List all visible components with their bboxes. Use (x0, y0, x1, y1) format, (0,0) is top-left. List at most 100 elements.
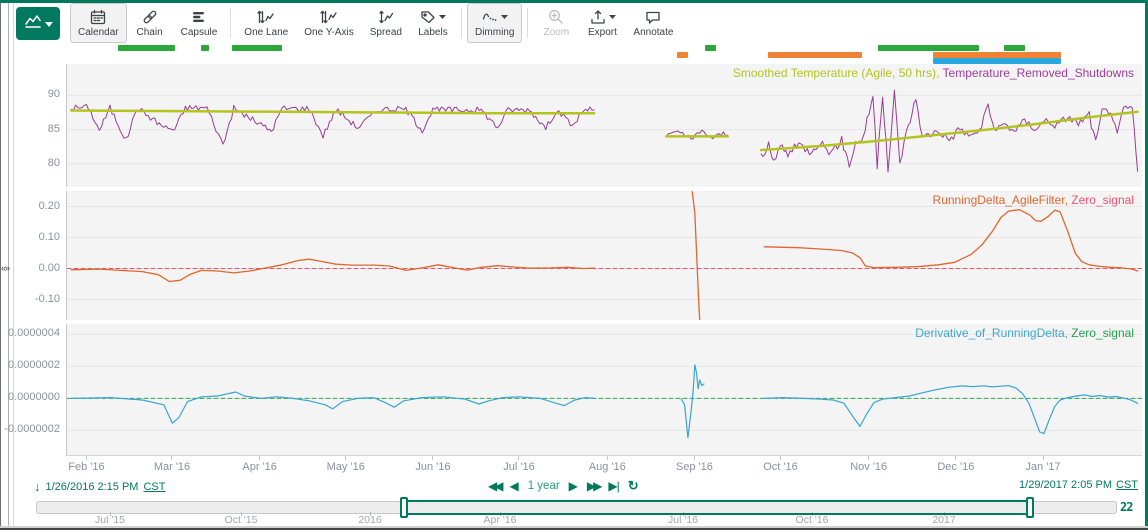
capsule-bar[interactable] (232, 45, 282, 51)
pan-back-button[interactable]: ◀ (509, 478, 518, 494)
toolbar-button-label: Annotate (633, 27, 673, 38)
y-tick-label: 90 (0, 88, 60, 100)
spread-icon (377, 8, 395, 26)
legend-item[interactable]: Zero_signal (1071, 193, 1134, 207)
goto-start-icon[interactable]: ↓ (34, 479, 41, 494)
toolbar-button-labels[interactable]: Labels (410, 3, 456, 43)
range-duration-label[interactable]: 1 year (528, 480, 560, 492)
x-tick-label: Apr '16 (230, 461, 290, 473)
start-datetime[interactable]: 1/26/2016 2:15 PM (46, 481, 139, 493)
toolbar-separator (461, 8, 462, 38)
timebar-handle-left[interactable] (400, 497, 408, 518)
step-back-button[interactable]: ◀◀ (488, 478, 500, 494)
y-tick-label: 0.10 (0, 231, 60, 243)
refresh-icon[interactable]: ↻ (628, 478, 639, 494)
capsule-bar[interactable] (1004, 45, 1025, 51)
x-tick-mark (86, 456, 87, 460)
series-Derivative-of-RunningDelta (681, 365, 704, 438)
y-tick-label: 0.0000004 (0, 327, 60, 339)
toolbar-button-capsule[interactable]: Capsule (173, 3, 226, 43)
lane-plot-3[interactable]: Derivative_of_RunningDelta, Zero_signal (66, 324, 1142, 456)
lane-legend[interactable]: Derivative_of_RunningDelta, Zero_signal (915, 326, 1134, 340)
lane-plot-2[interactable]: RunningDelta_AgileFilter, Zero_signal (66, 191, 1142, 320)
y-tick-label: -0.0000002 (0, 423, 60, 435)
timebar-label: Jul '16 (655, 514, 711, 526)
x-tick-mark (259, 456, 260, 460)
chevron-down-icon (45, 14, 53, 32)
timebar-label: 2017 (916, 514, 972, 526)
capsule-bar[interactable] (677, 52, 688, 58)
series-Smoothed-Temperature-Agile-50-hrs- (761, 112, 1138, 150)
toolbar-button-spread[interactable]: Spread (362, 3, 410, 43)
display-range-start: ↓ 1/26/2016 2:15 PM CST (34, 479, 165, 494)
x-tick-mark (694, 456, 695, 460)
toolbar-button-dimming[interactable]: Dimming (467, 3, 522, 43)
capsule-bar[interactable] (118, 45, 175, 51)
legend-item[interactable]: Smoothed Temperature (Agile, 50 hrs), (733, 66, 943, 80)
timebar-handle-right[interactable] (1026, 497, 1034, 518)
legend-item[interactable]: RunningDelta_AgileFilter, (933, 193, 1072, 207)
toolbar-button-calendar[interactable]: Calendar (70, 3, 127, 43)
series-Temperature-Removed-Shutdowns (761, 90, 1138, 172)
timebar-step-badge[interactable]: 22 (1120, 500, 1132, 514)
x-tick-mark (518, 456, 519, 460)
lane-chart-1 (67, 64, 1142, 187)
pan-forward-button[interactable]: ▶ (569, 478, 578, 494)
x-tick-mark (171, 456, 172, 460)
dimming-icon (481, 8, 508, 26)
one-lane-icon (256, 8, 276, 26)
x-tick-label: Sep '16 (664, 461, 724, 473)
go-to-end-button[interactable]: ▶| (608, 478, 618, 494)
x-tick-label: Feb '16 (56, 461, 116, 473)
lane-legend[interactable]: RunningDelta_AgileFilter, Zero_signal (933, 193, 1134, 207)
toolbar-button-one-lane[interactable]: One Lane (236, 3, 296, 43)
toolbar-button-label: One Lane (244, 27, 288, 38)
toolbar-button-export[interactable]: Export (579, 3, 625, 43)
lane-legend[interactable]: Smoothed Temperature (Agile, 50 hrs), Te… (733, 66, 1134, 80)
x-tick-mark (780, 456, 781, 460)
x-tick-label: Mar '16 (142, 461, 202, 473)
x-tick-mark (1043, 456, 1044, 460)
capsule-bar[interactable] (201, 45, 209, 51)
series-Derivative-of-RunningDelta (764, 386, 1137, 434)
legend-item[interactable]: Zero_signal (1071, 326, 1134, 340)
capsule-bar[interactable] (768, 52, 862, 58)
series-RunningDelta-AgileFilter (764, 210, 1137, 271)
capsule-bar[interactable] (705, 45, 716, 51)
trend-view-button[interactable] (16, 7, 60, 40)
end-datetime[interactable]: 1/29/2017 2:05 PM (1019, 479, 1112, 491)
workbench-window: «» CalendarChainCapsuleOne LaneOne Y-Axi… (0, 0, 1148, 530)
lane-chart-3 (67, 324, 1142, 456)
series-RunningDelta-AgileFilter (692, 192, 700, 320)
toolbar-button-one-y-axis[interactable]: One Y-Axis (296, 3, 361, 43)
capsule-bar[interactable] (878, 45, 979, 51)
toolbar-button-chain[interactable]: Chain (127, 3, 173, 43)
display-range-end: 1/29/2017 2:05 PM CST (1019, 479, 1138, 491)
export-icon (589, 8, 616, 26)
timebar-label: 2016 (342, 514, 398, 526)
start-timezone-link[interactable]: CST (143, 481, 165, 493)
series-RunningDelta-AgileFilter (71, 259, 594, 281)
x-tick-mark (868, 456, 869, 460)
series-Derivative-of-RunningDelta (71, 392, 594, 423)
x-tick-label: Aug '16 (577, 461, 637, 473)
toolbar-separator (527, 8, 528, 38)
legend-item[interactable]: Temperature_Removed_Shutdowns (943, 66, 1134, 80)
x-tick-mark (955, 456, 956, 460)
end-timezone-link[interactable]: CST (1116, 479, 1138, 491)
y-tick-label: 0.00 (0, 262, 60, 274)
toolbar-button-label: Labels (418, 27, 447, 38)
x-tick-label: Jul '16 (489, 461, 549, 473)
legend-item[interactable]: Derivative_of_RunningDelta, (915, 326, 1071, 340)
x-tick-label: Jan '17 (1013, 461, 1073, 473)
timebar-selection[interactable] (404, 500, 1030, 515)
y-tick-label: -0.10 (0, 293, 60, 305)
toolbar-button-label: Export (588, 27, 617, 38)
toolbar-button-annotate[interactable]: Annotate (625, 3, 681, 43)
lane-plot-1[interactable]: Smoothed Temperature (Agile, 50 hrs), Te… (66, 64, 1142, 187)
step-forward-button[interactable]: ▶▶ (587, 478, 599, 494)
toolbar-button-label: Spread (370, 27, 402, 38)
lane-chart-2 (67, 191, 1142, 320)
toolbar-button-label: Zoom (544, 27, 570, 38)
toolbar-button-label: Dimming (475, 27, 514, 38)
